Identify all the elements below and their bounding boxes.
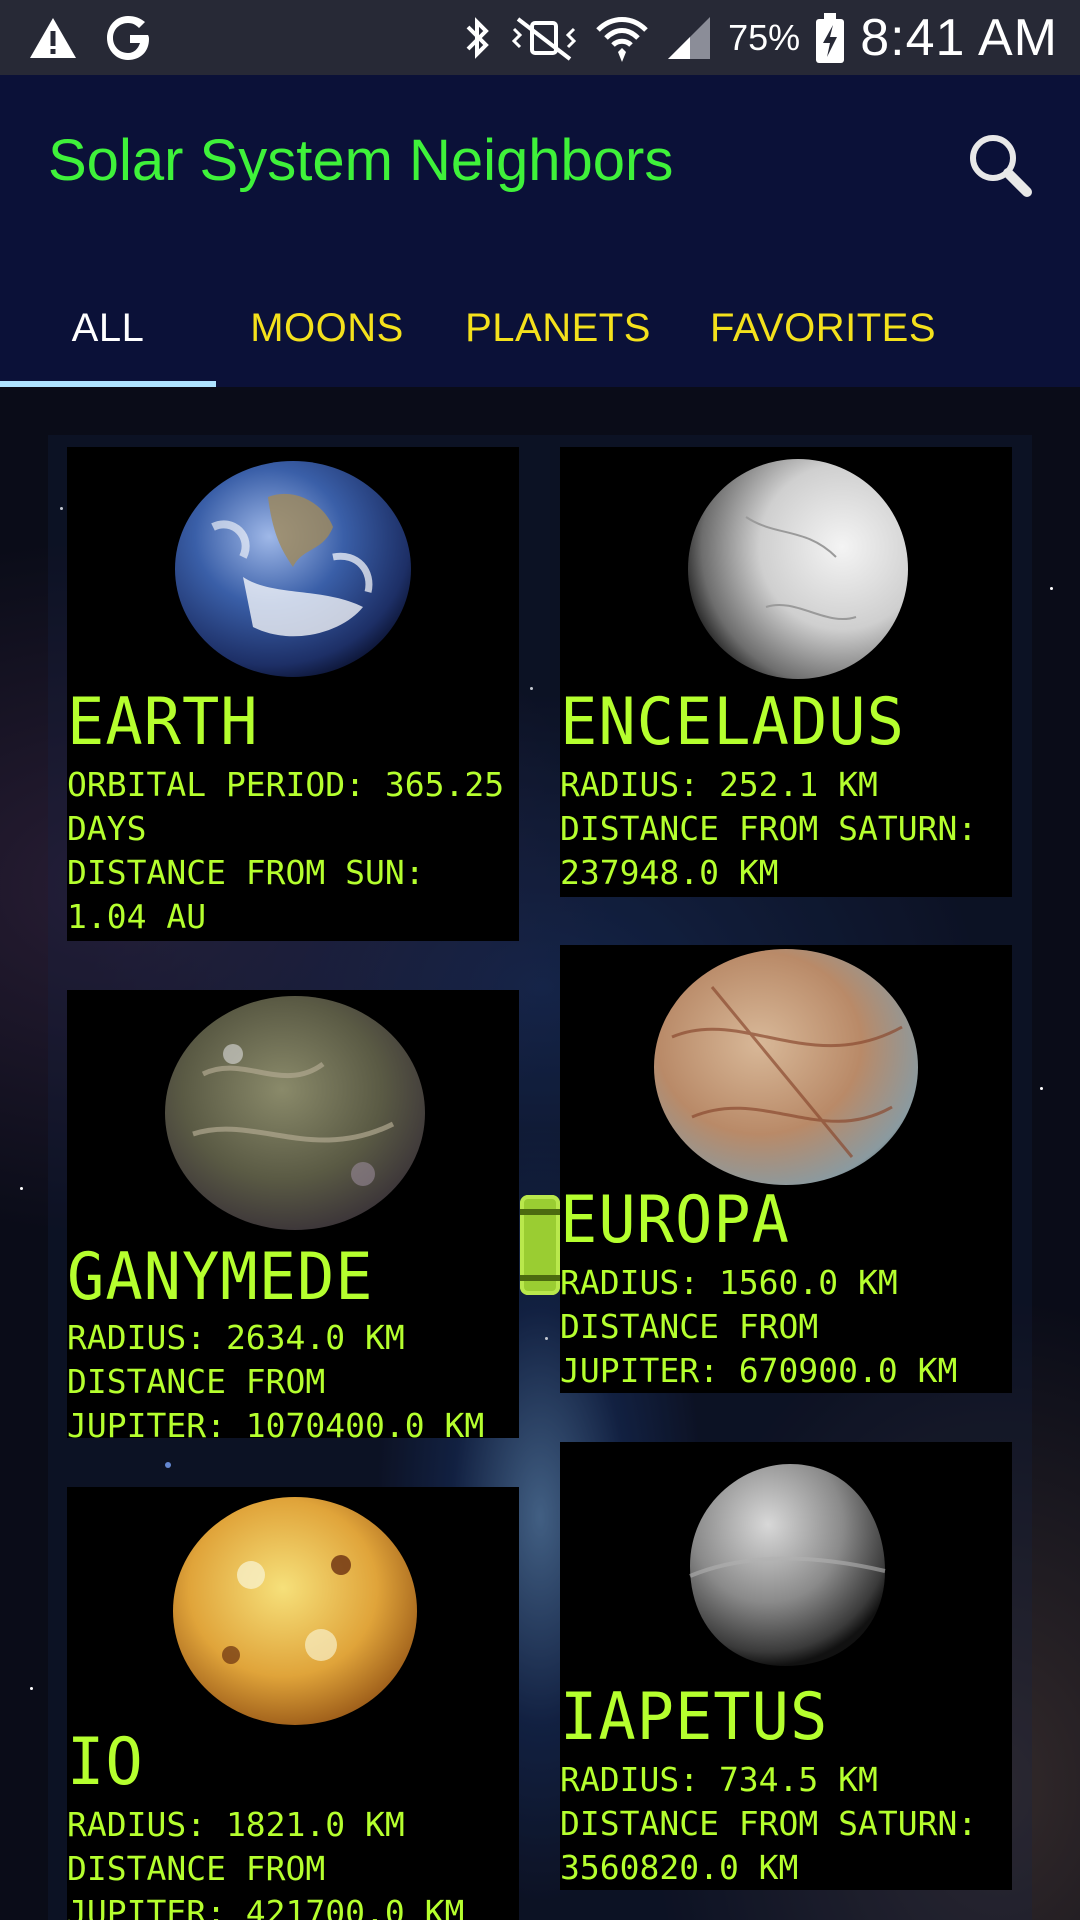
card-name: IAPETUS bbox=[560, 1678, 829, 1755]
info-line: DISTANCE FROM SUN: bbox=[67, 853, 425, 892]
info-line: DISTANCE FROM SATURN: bbox=[560, 1804, 978, 1843]
card-iapetus[interactable]: IAPETUS RADIUS: 734.5 KM DISTANCE FROM S… bbox=[560, 1442, 1012, 1890]
status-bar: 75% 8:41 AM bbox=[0, 0, 1080, 75]
info-line: RADIUS: 734.5 KM bbox=[560, 1760, 878, 1799]
wifi-icon bbox=[594, 10, 650, 66]
info-line: JUPITER: 421700.0 KM bbox=[67, 1893, 465, 1920]
fast-scroll-handle[interactable] bbox=[520, 1195, 560, 1295]
tab-label: ALL bbox=[71, 306, 145, 350]
info-line: ORBITAL PERIOD: 365.25 bbox=[67, 765, 505, 804]
tab-bar: ALL MOONS PLANETS FAVORITES bbox=[0, 270, 1080, 387]
iapetus-image bbox=[689, 1464, 886, 1666]
google-icon bbox=[104, 13, 154, 63]
info-line: JUPITER: 1070400.0 KM bbox=[67, 1406, 485, 1438]
tab-all[interactable]: ALL bbox=[0, 270, 216, 387]
card-ganymede[interactable]: GANYMEDE RADIUS: 2634.0 KM DISTANCE FROM… bbox=[67, 990, 519, 1438]
card-europa[interactable]: EUROPA RADIUS: 1560.0 KM DISTANCE FROM J… bbox=[560, 945, 1012, 1393]
bluetooth-icon bbox=[460, 13, 494, 63]
info-line: 3560820.0 KM bbox=[560, 1848, 799, 1887]
search-icon bbox=[970, 135, 1032, 197]
info-line: RADIUS: 252.1 KM bbox=[560, 765, 878, 804]
ganymede-image bbox=[165, 996, 425, 1230]
info-line: DISTANCE FROM bbox=[67, 1849, 326, 1888]
info-line: RADIUS: 1821.0 KM bbox=[67, 1805, 405, 1844]
tab-label: MOONS bbox=[250, 306, 404, 350]
info-line: DAYS bbox=[67, 809, 147, 848]
info-line: DISTANCE FROM SATURN: bbox=[560, 809, 978, 848]
status-left bbox=[28, 10, 154, 66]
card-io[interactable]: IO RADIUS: 1821.0 KM DISTANCE FROM JUPIT… bbox=[67, 1487, 519, 1920]
card-info: RADIUS: 2634.0 KM DISTANCE FROM JUPITER:… bbox=[67, 1316, 519, 1438]
card-info: RADIUS: 734.5 KM DISTANCE FROM SATURN: 3… bbox=[560, 1758, 1012, 1890]
earth-image bbox=[175, 461, 411, 677]
status-right: 75% 8:41 AM bbox=[460, 6, 1058, 70]
tab-label: FAVORITES bbox=[709, 306, 937, 350]
io-image bbox=[173, 1497, 417, 1725]
info-line: JUPITER: 670900.0 KM bbox=[560, 1351, 958, 1390]
app-title: Solar System Neighbors bbox=[48, 128, 674, 193]
info-line: DISTANCE FROM bbox=[560, 1307, 819, 1346]
warning-icon bbox=[28, 15, 78, 61]
tab-moons[interactable]: MOONS bbox=[216, 270, 438, 387]
vibrate-off-icon bbox=[508, 13, 580, 63]
card-earth[interactable]: EARTH ORBITAL PERIOD: 365.25 DAYS DISTAN… bbox=[67, 447, 519, 941]
card-name: ENCELADUS bbox=[560, 683, 905, 760]
card-info: ORBITAL PERIOD: 365.25 DAYS DISTANCE FRO… bbox=[67, 763, 519, 939]
info-line: 1.04 AU bbox=[67, 897, 207, 936]
card-name: GANYMEDE bbox=[67, 1238, 374, 1315]
search-button[interactable] bbox=[958, 123, 1040, 205]
card-name: IO bbox=[67, 1723, 144, 1800]
card-info: RADIUS: 1560.0 KM DISTANCE FROM JUPITER:… bbox=[560, 1261, 1012, 1393]
signal-icon bbox=[664, 13, 714, 63]
tab-label: PLANETS bbox=[465, 306, 651, 350]
europa-image bbox=[654, 949, 918, 1185]
card-name: EARTH bbox=[67, 683, 259, 760]
card-enceladus[interactable]: ENCELADUS RADIUS: 252.1 KM DISTANCE FROM… bbox=[560, 447, 1012, 897]
tab-planets[interactable]: PLANETS bbox=[438, 270, 678, 387]
enceladus-image bbox=[688, 459, 908, 679]
battery-charging-icon bbox=[814, 11, 846, 65]
card-name: EUROPA bbox=[560, 1181, 790, 1258]
battery-percent: 75% bbox=[728, 17, 801, 58]
clock: 8:41 AM bbox=[860, 9, 1058, 67]
card-info: RADIUS: 1821.0 KM DISTANCE FROM JUPITER:… bbox=[67, 1803, 519, 1920]
info-line: 237948.0 KM bbox=[560, 853, 779, 892]
info-line: RADIUS: 1560.0 KM bbox=[560, 1263, 898, 1302]
tab-favorites[interactable]: FAVORITES bbox=[678, 270, 968, 387]
app-bar: Solar System Neighbors ALL MOONS PLANETS… bbox=[0, 75, 1080, 387]
card-info: RADIUS: 252.1 KM DISTANCE FROM SATURN: 2… bbox=[560, 763, 1012, 895]
info-line: RADIUS: 2634.0 KM bbox=[67, 1318, 405, 1357]
info-line: DISTANCE FROM bbox=[67, 1362, 326, 1401]
